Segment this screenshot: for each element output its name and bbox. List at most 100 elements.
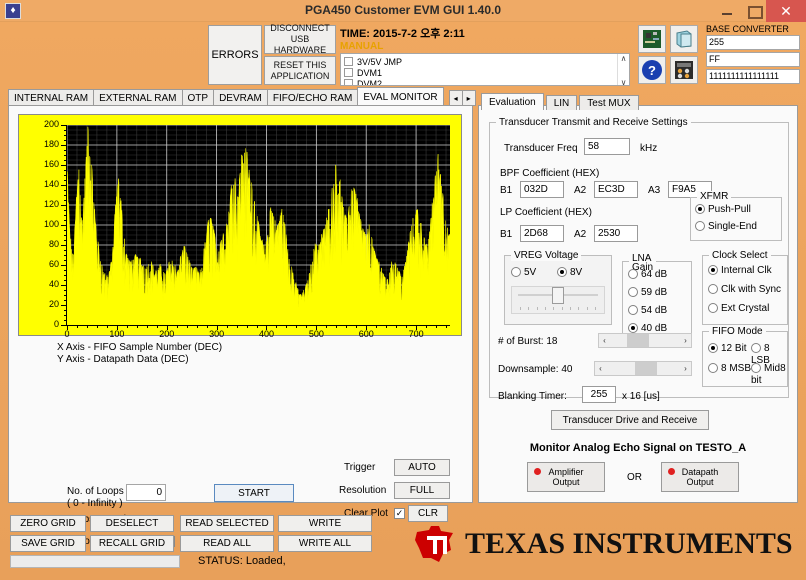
scroll-right-icon[interactable]: › [680,364,691,373]
recall-grid-button[interactable]: RECALL GRID [90,535,174,552]
read-all-button[interactable]: READ ALL [180,535,274,552]
tab-scroll-left-icon[interactable]: ◂ [448,90,463,106]
reset-application-button[interactable]: RESET THIS APPLICATION [264,56,336,85]
minimize-button[interactable] [714,0,740,22]
scroll-left-icon[interactable]: ‹ [599,336,610,345]
burst-scrollbar[interactable]: ‹ › [598,333,692,348]
deselect-button[interactable]: DESELECT [90,515,174,532]
dvm-scrollbar[interactable]: ∧ ∨ [617,54,629,85]
tab-label: EVAL MONITOR [363,91,438,103]
scrollbar-thumb[interactable] [627,334,649,347]
radio-icon[interactable] [708,284,718,295]
radio-icon[interactable] [708,303,718,314]
radio-icon[interactable] [751,363,761,374]
board-icon[interactable] [638,25,666,53]
help-icon[interactable]: ? [638,56,666,84]
radio-icon[interactable] [557,267,567,278]
scroll-right-icon[interactable]: › [680,336,691,345]
slider-thumb[interactable] [552,287,564,304]
trigger-button[interactable]: AUTO [394,459,450,476]
zero-grid-button[interactable]: ZERO GRID [10,515,86,532]
xfmr-option-single-end[interactable]: Single-End [695,220,757,232]
vreg-slider[interactable] [511,286,605,314]
vreg-option-5v[interactable]: 5V [511,266,536,278]
lna-59db-label: 59 dB [641,286,668,298]
read-selected-button[interactable]: READ SELECTED [180,515,274,532]
tab-eval-monitor[interactable]: EVAL MONITOR [357,87,444,106]
dvm-checkbox[interactable] [344,57,353,66]
radio-icon[interactable] [708,343,718,354]
vreg-option-8v[interactable]: 8V [557,266,582,278]
amplifier-output-button[interactable]: Amplifier Output [527,462,605,492]
scroll-left-icon[interactable]: ‹ [595,364,606,373]
lp-b1-input[interactable]: 2D68 [520,225,564,242]
fifo-mode-title: FIFO Mode [709,326,766,337]
clock-option-sync[interactable]: Clk with Sync [708,283,781,295]
radio-icon[interactable] [511,267,521,278]
tab-test-mux[interactable]: Test MUX [579,95,639,110]
downsample-scrollbar[interactable]: ‹ › [594,361,692,376]
xfmr-option-push-pull[interactable]: Push-Pull [695,203,751,215]
lna-option-59db[interactable]: 59 dB [628,286,667,298]
radio-icon[interactable] [708,363,718,374]
bpf-a2-input[interactable]: EC3D [594,181,638,198]
tab-otp[interactable]: OTP [181,89,215,106]
save-grid-button[interactable]: SAVE GRID [10,535,86,552]
clock-option-ext-crystal[interactable]: Ext Crystal [708,302,769,314]
chart-ylabel: Y Axis - Datapath Data (DEC) [57,354,189,365]
transducer-freq-input[interactable]: 58 [584,138,630,155]
chart-xlabel: X Axis - FIFO Sample Number (DEC) [57,342,223,353]
tab-label: EXTERNAL RAM [99,92,177,104]
radio-icon[interactable] [708,265,718,276]
list-item[interactable]: 3V/5V JMP [341,56,629,67]
write-button[interactable]: WRITE [278,515,372,532]
tab-devram[interactable]: DEVRAM [213,89,268,106]
tab-lin[interactable]: LIN [545,95,578,110]
radio-icon[interactable] [695,204,705,215]
list-item[interactable]: DVM1 [341,67,629,78]
scrollbar-thumb[interactable] [635,362,657,375]
fifo-option-12bit[interactable]: 12 Bit [708,342,747,354]
disconnect-usb-hardware-button[interactable]: DISCONNECT USB HARDWARE [264,23,336,55]
base-converter-hex-field[interactable]: FF [706,52,800,67]
fifo-option-mid8bit[interactable]: Mid8 bit [751,362,787,386]
tab-scroll-right-icon[interactable]: ▸ [461,90,476,106]
dvm-list[interactable]: 3V/5V JMP DVM1 DVM2 ∧ ∨ [340,53,630,86]
radio-icon[interactable] [751,343,761,354]
bpf-b1-input[interactable]: 032D [520,181,564,198]
tab-fifo-echo-ram[interactable]: FIFO/ECHO RAM [266,89,359,106]
tab-internal-ram[interactable]: INTERNAL RAM [8,89,95,106]
close-button[interactable]: ✕ [766,0,806,22]
blanking-timer-input[interactable]: 255 [582,386,616,403]
no-of-loops-input[interactable]: 0 [126,484,166,501]
base-converter-bin-field[interactable]: 1111111111111111 [706,69,800,84]
radio-icon[interactable] [628,269,638,280]
clock-option-internal[interactable]: Internal Clk [708,264,772,276]
dvm-checkbox[interactable] [344,68,353,77]
progress-bar [10,555,180,568]
base-converter-dec-field[interactable]: 255 [706,35,800,50]
chart-x-tick: 200 [159,329,175,339]
radio-icon[interactable] [628,287,638,298]
tab-evaluation[interactable]: Evaluation [481,93,544,110]
start-button[interactable]: START [214,484,294,502]
radio-icon[interactable] [695,221,705,232]
write-all-button[interactable]: WRITE ALL [278,535,372,552]
lna-option-54db[interactable]: 54 dB [628,304,667,316]
list-item[interactable]: DVM2 [341,78,629,85]
dvm-checkbox[interactable] [344,79,353,85]
radio-icon[interactable] [628,305,638,316]
fifo-option-8msb[interactable]: 8 MSB [708,362,751,374]
transducer-drive-receive-button[interactable]: Transducer Drive and Receive [551,410,709,430]
maximize-button[interactable] [740,0,766,22]
resolution-button[interactable]: FULL [394,482,450,499]
scroll-up-icon[interactable]: ∧ [621,54,627,63]
lp-a2-input[interactable]: 2530 [594,225,638,242]
calculator-icon[interactable] [670,56,698,84]
datapath-output-button[interactable]: Datapath Output [661,462,739,492]
tab-external-ram[interactable]: EXTERNAL RAM [93,89,183,106]
radio-icon[interactable] [628,323,638,334]
lna-option-64db[interactable]: 64 dB [628,268,667,280]
book-icon[interactable] [670,25,698,53]
scroll-down-icon[interactable]: ∨ [621,78,627,85]
